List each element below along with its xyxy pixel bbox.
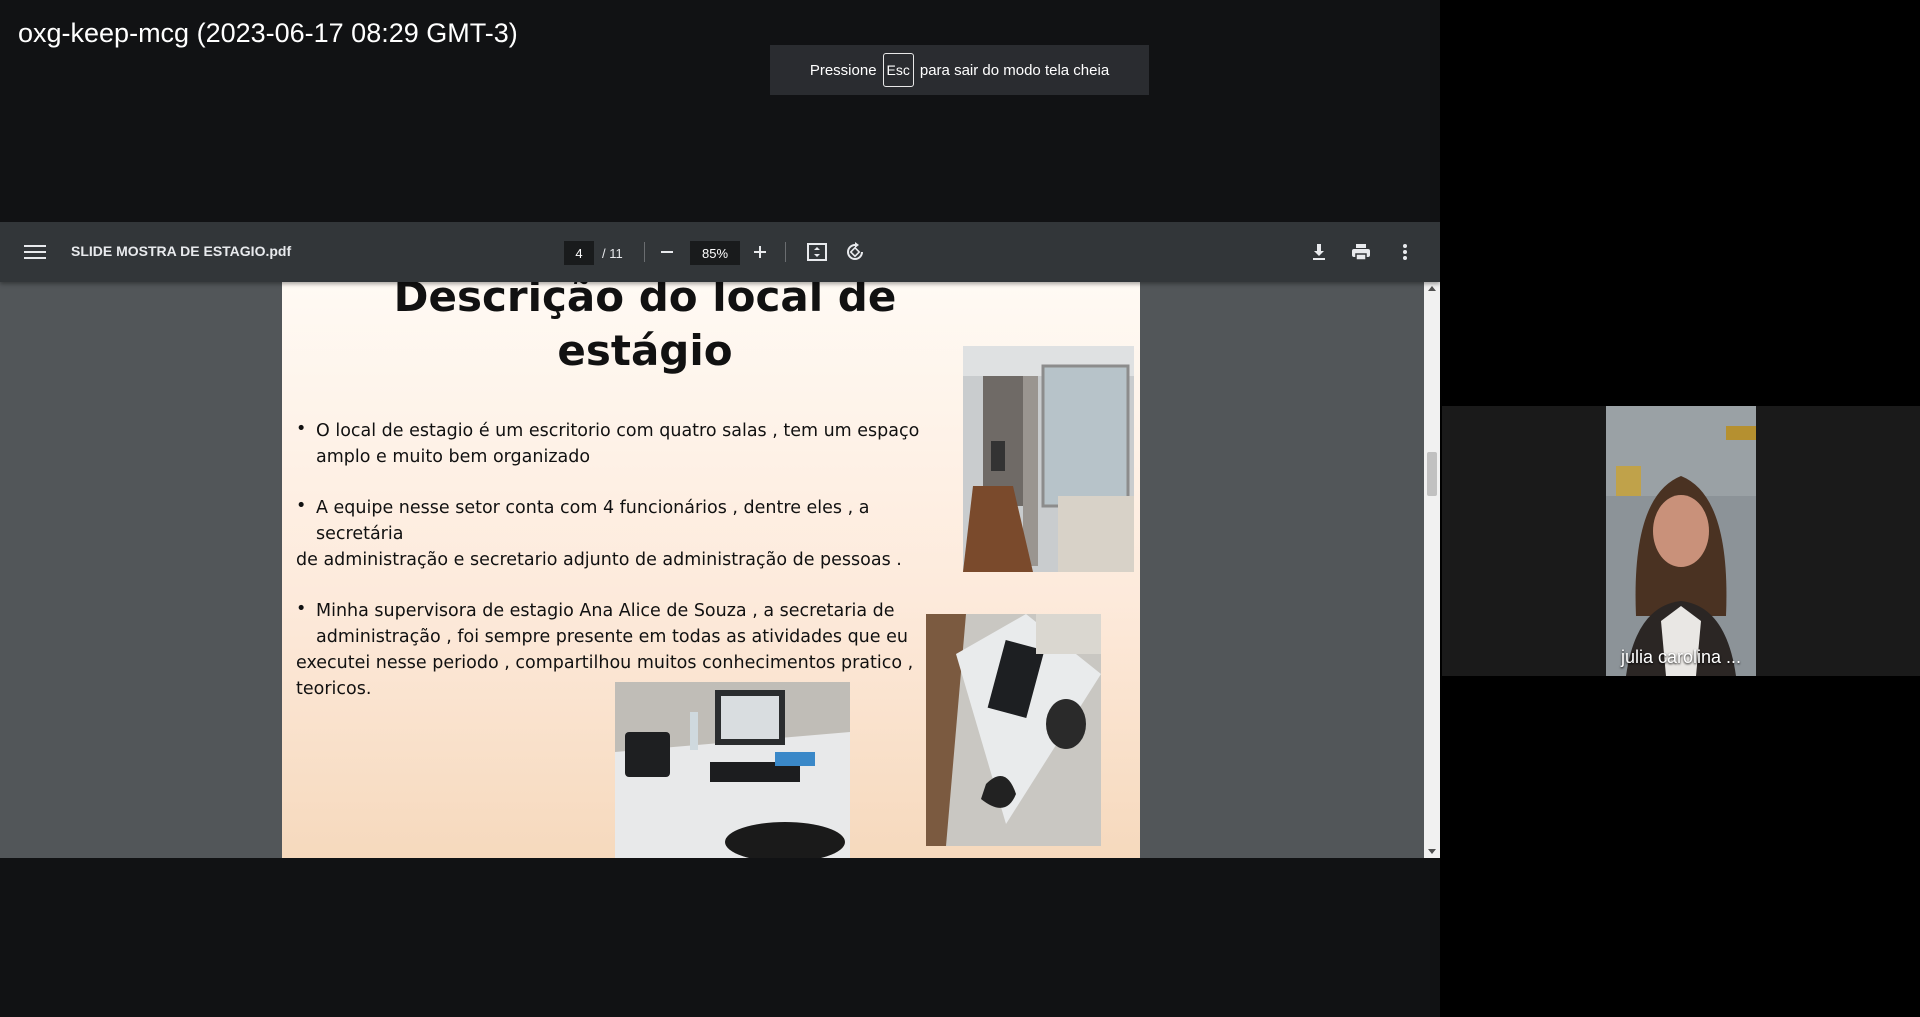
pdf-page-slide: Descrição do local de estágio O local de… — [282, 282, 1140, 858]
slide-title-line: Descrição do local de — [393, 282, 897, 321]
meeting-title: oxg-keep-mcg (2023-06-17 08:29 GMT-3) — [18, 18, 518, 48]
print-icon — [1352, 244, 1370, 261]
print-button[interactable] — [1347, 238, 1375, 266]
menu-icon[interactable] — [24, 242, 46, 262]
toolbar-divider — [644, 242, 645, 262]
pdf-viewer: SLIDE MOSTRA DE ESTAGIO.pdf / 11 — [0, 222, 1440, 858]
zoom-in-icon — [754, 246, 766, 258]
slide-title-line: estágio — [557, 326, 733, 375]
pdf-filename: SLIDE MOSTRA DE ESTAGIO.pdf — [71, 243, 292, 259]
zoom-out-button[interactable] — [653, 238, 681, 266]
pdf-toolbar: SLIDE MOSTRA DE ESTAGIO.pdf / 11 — [0, 222, 1440, 282]
toast-suffix: para sair do modo tela cheia — [919, 61, 1110, 79]
more-icon — [1403, 244, 1407, 260]
office-desk-monitor-photo — [926, 614, 1101, 846]
slide-bullet: O local de estagio é um escritorio com q… — [296, 416, 956, 470]
toolbar-divider — [785, 242, 786, 262]
meeting-stage: oxg-keep-mcg (2023-06-17 08:29 GMT-3) Pr… — [0, 0, 1440, 1017]
rotate-button[interactable] — [841, 238, 869, 266]
participant-video-tile[interactable]: julia carolina ... — [1606, 406, 1756, 676]
participant-panel: julia carolina ... — [1442, 406, 1920, 676]
office-hallway-photo — [963, 346, 1134, 572]
fit-page-button[interactable] — [803, 238, 831, 266]
fullscreen-exit-toast: Pressione Esc para sair do modo tela che… — [770, 45, 1149, 95]
office-desk-phone-photo — [615, 682, 850, 858]
download-icon — [1313, 244, 1325, 260]
fit-page-icon — [807, 243, 827, 261]
download-button[interactable] — [1305, 238, 1333, 266]
toast-prefix: Pressione — [809, 61, 877, 79]
participant-name: julia carolina ... — [1620, 647, 1742, 667]
zoom-in-button[interactable] — [746, 238, 774, 266]
scroll-down-arrow[interactable] — [1428, 849, 1436, 854]
participant-video — [1606, 406, 1756, 676]
page-total: / 11 — [602, 245, 623, 261]
scroll-up-arrow[interactable] — [1428, 286, 1436, 291]
scroll-thumb[interactable] — [1427, 452, 1437, 496]
zoom-out-icon — [661, 251, 673, 253]
more-options-button[interactable] — [1391, 238, 1419, 266]
esc-key-badge: Esc — [882, 53, 914, 87]
slide-title: Descrição do local de estágio — [362, 282, 928, 378]
slide-bullet-list: O local de estagio é um escritorio com q… — [296, 416, 956, 727]
page-indicator: / 11 — [564, 241, 623, 265]
slide-bullet: A equipe nesse setor conta com 4 funcion… — [296, 493, 956, 573]
zoom-input[interactable] — [690, 241, 740, 265]
rotate-icon — [847, 242, 863, 260]
page-number-input[interactable] — [564, 241, 594, 265]
pdf-scrollbar[interactable] — [1424, 282, 1440, 858]
